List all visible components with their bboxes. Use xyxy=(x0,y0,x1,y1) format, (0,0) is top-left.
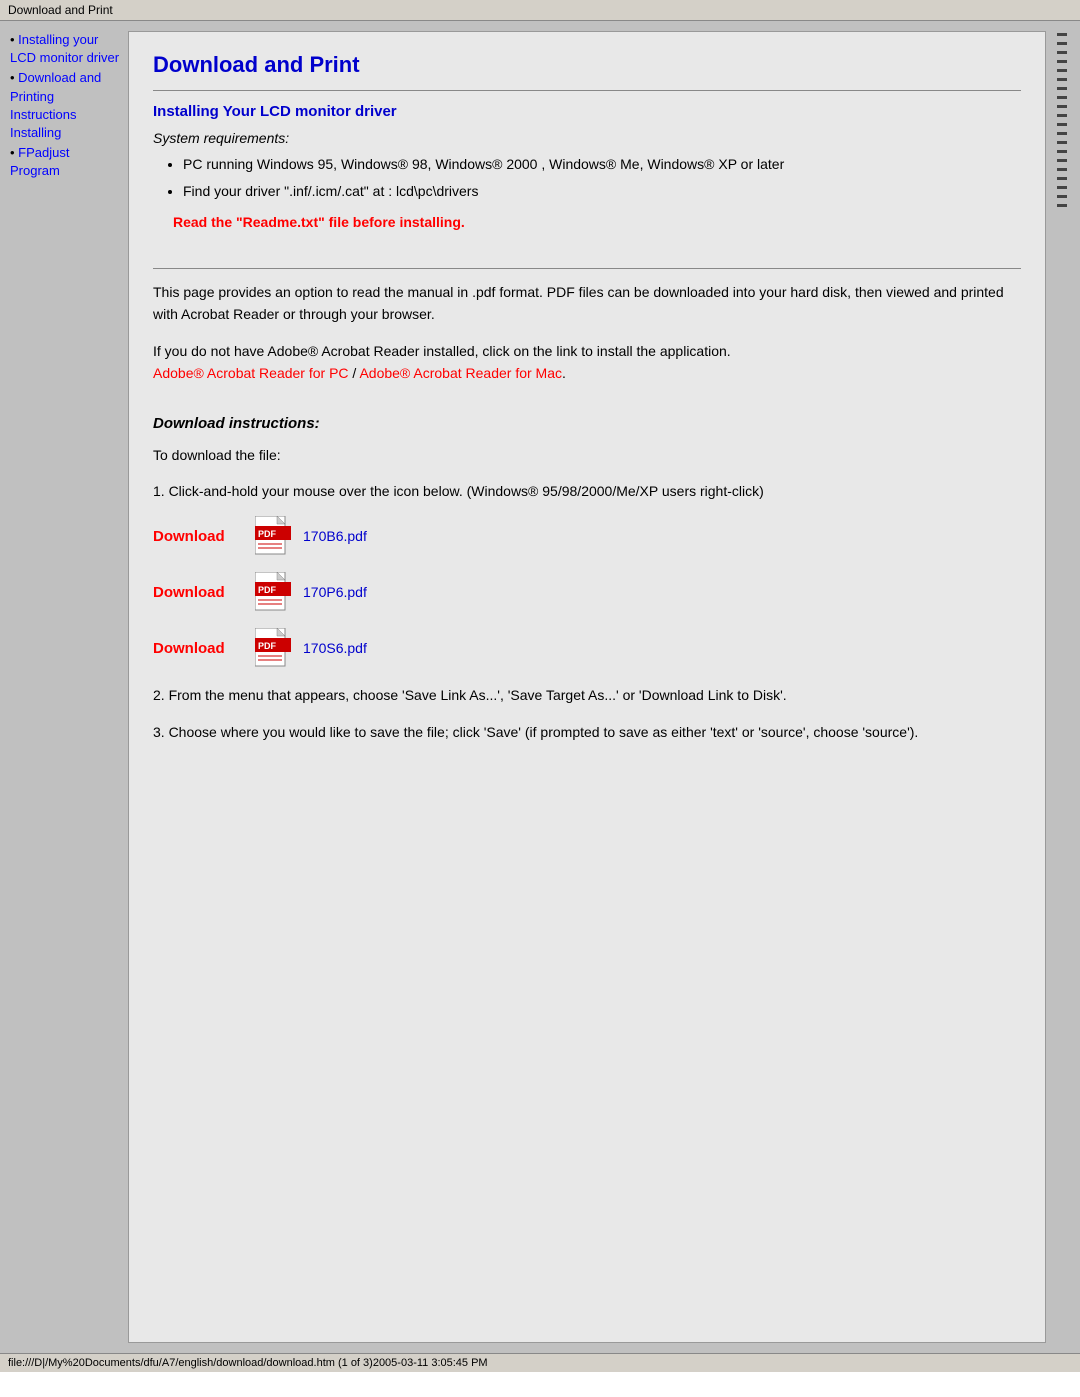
acrobat-pc-link[interactable]: Adobe® Acrobat Reader for PC xyxy=(153,365,349,381)
svg-text:PDF: PDF xyxy=(258,641,277,651)
content-frame: Download and Print Installing Your LCD m… xyxy=(128,31,1046,1343)
tick-4 xyxy=(1057,60,1067,63)
requirements-list: PC running Windows 95, Windows® 98, Wind… xyxy=(183,154,1021,202)
intro-paragraph-1: This page provides an option to read the… xyxy=(153,281,1021,326)
sidebar-item-download-printing[interactable]: Download and Printing Instructions Insta… xyxy=(10,69,120,142)
download-link-1[interactable]: Download xyxy=(153,528,243,545)
pdf-file-link-2[interactable]: 170P6.pdf xyxy=(303,584,367,600)
req-item-2: Find your driver ".inf/.icm/.cat" at : l… xyxy=(183,181,1021,202)
tick-9 xyxy=(1057,105,1067,108)
tick-2 xyxy=(1057,42,1067,45)
tick-5 xyxy=(1057,69,1067,72)
download-link-3[interactable]: Download xyxy=(153,640,243,657)
sidebar-item-fpadjust[interactable]: FPadjust Program xyxy=(10,144,120,180)
tick-16 xyxy=(1057,168,1067,171)
svg-text:PDF: PDF xyxy=(258,529,277,539)
system-req-label: System requirements: xyxy=(153,130,1021,146)
sidebar-link-installing-lcd[interactable]: Installing your LCD monitor driver xyxy=(10,32,119,65)
tick-12 xyxy=(1057,132,1067,135)
acrobat-mac-link[interactable]: Adobe® Acrobat Reader for Mac xyxy=(359,365,562,381)
step3-text: 3. Choose where you would like to save t… xyxy=(153,721,1021,743)
main-area: Installing your LCD monitor driver Downl… xyxy=(0,21,1080,1353)
pdf-file-link-1[interactable]: 170B6.pdf xyxy=(303,528,367,544)
section-heading-lcd: Installing Your LCD monitor driver xyxy=(153,103,1021,120)
intro-paragraph-2: If you do not have Adobe® Acrobat Reader… xyxy=(153,340,1021,385)
divider-2 xyxy=(153,268,1021,269)
download-row-1: Download PDF 170B6.pdf xyxy=(153,516,1021,556)
scroll-ticks xyxy=(1054,31,1070,1343)
tick-19 xyxy=(1057,195,1067,198)
download-row-3: Download PDF 170S6.pdf xyxy=(153,628,1021,668)
tick-13 xyxy=(1057,141,1067,144)
status-bar: file:///D|/My%20Documents/dfu/A7/english… xyxy=(0,1353,1080,1372)
sidebar-item-installing-lcd[interactable]: Installing your LCD monitor driver xyxy=(10,31,120,67)
sidebar-nav: Installing your LCD monitor driver Downl… xyxy=(10,31,120,181)
step2-text: 2. From the menu that appears, choose 'S… xyxy=(153,684,1021,706)
status-bar-text: file:///D|/My%20Documents/dfu/A7/english… xyxy=(8,1357,488,1369)
divider-1 xyxy=(153,90,1021,91)
page-title: Download and Print xyxy=(153,52,1021,78)
pdf-file-link-3[interactable]: 170S6.pdf xyxy=(303,640,367,656)
tick-15 xyxy=(1057,159,1067,162)
step1-text: 1. Click-and-hold your mouse over the ic… xyxy=(153,480,1021,502)
tick-8 xyxy=(1057,96,1067,99)
download-link-2[interactable]: Download xyxy=(153,584,243,601)
tick-7 xyxy=(1057,87,1067,90)
slash-separator: / xyxy=(349,365,360,381)
tick-18 xyxy=(1057,186,1067,189)
tick-10 xyxy=(1057,114,1067,117)
title-bar: Download and Print xyxy=(0,0,1080,21)
tick-14 xyxy=(1057,150,1067,153)
title-bar-text: Download and Print xyxy=(8,3,113,17)
tick-1 xyxy=(1057,33,1067,36)
intro-p2-text: If you do not have Adobe® Acrobat Reader… xyxy=(153,343,731,359)
tick-6 xyxy=(1057,78,1067,81)
step-intro-text: To download the file: xyxy=(153,444,1021,466)
pdf-icon-1: PDF xyxy=(255,516,291,556)
tick-3 xyxy=(1057,51,1067,54)
tick-11 xyxy=(1057,123,1067,126)
pdf-icon-2: PDF xyxy=(255,572,291,612)
download-row-2: Download PDF 170P6.pdf xyxy=(153,572,1021,612)
svg-text:PDF: PDF xyxy=(258,585,277,595)
sidebar-link-fpadjust[interactable]: FPadjust Program xyxy=(10,145,69,178)
sidebar: Installing your LCD monitor driver Downl… xyxy=(10,31,120,1343)
sidebar-link-download-printing[interactable]: Download and Printing Instructions Insta… xyxy=(10,70,101,140)
req-item-1: PC running Windows 95, Windows® 98, Wind… xyxy=(183,154,1021,175)
tick-20 xyxy=(1057,204,1067,207)
pdf-icon-3: PDF xyxy=(255,628,291,668)
tick-17 xyxy=(1057,177,1067,180)
download-instructions-heading: Download instructions: xyxy=(153,415,1021,432)
warning-text: Read the "Readme.txt" file before instal… xyxy=(173,214,1021,230)
